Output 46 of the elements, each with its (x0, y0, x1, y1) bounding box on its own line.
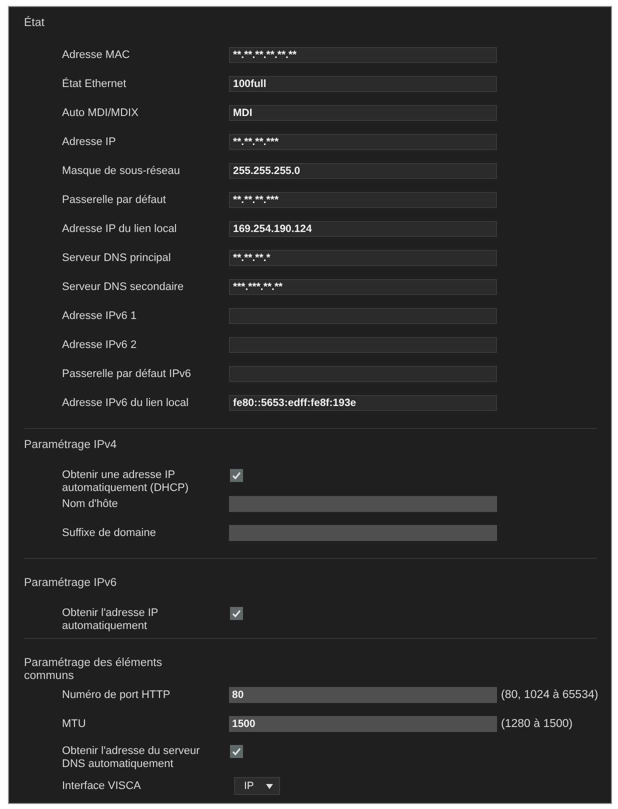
checkbox[interactable] (230, 745, 243, 758)
value-field: MDI (229, 105, 497, 121)
section-title: État (24, 17, 46, 31)
input-field[interactable] (229, 496, 497, 512)
field-label: Interface VISCA (62, 779, 142, 794)
value-field: 169.254.190.124 (229, 221, 497, 237)
field-label: Adresse IPv6 1 (62, 309, 138, 324)
checkbox[interactable] (230, 469, 243, 482)
range-hint: (80, 1024 à 65534) (501, 688, 598, 703)
field-label: Nom d'hôte (62, 497, 119, 512)
dropdown[interactable]: IP (234, 777, 280, 795)
input-field[interactable]: 1500 (229, 716, 497, 732)
value-field: 255.255.255.0 (229, 163, 497, 179)
checkbox[interactable] (230, 607, 243, 620)
field-label: Adresse IP (62, 135, 117, 150)
field-label: Adresse IPv6 2 (62, 338, 138, 353)
field-label: Auto MDI/MDIX (62, 106, 140, 121)
field-label: Adresse MAC (62, 48, 131, 63)
value-field: **.**.**.*** (229, 192, 497, 208)
caret-icon (266, 784, 273, 788)
section-title: Paramétrage IPv6 (24, 577, 118, 591)
field-label: Adresse IP du lien local (62, 222, 178, 237)
field-label: MTU (62, 717, 87, 732)
field-label: Serveur DNS secondaire (62, 280, 185, 295)
value-field: **.**.**.*** (229, 134, 497, 150)
value-field: ***.***.**.** (229, 279, 497, 295)
value-field: 100full (229, 76, 497, 92)
value-field: fe80::5653:edff:fe8f:193e (229, 395, 497, 411)
value-field: **.**.**.* (229, 250, 497, 266)
field-label: Masque de sous-réseau (62, 164, 182, 179)
field-label: Numéro de port HTTP (62, 688, 172, 703)
section-title: Paramétrage IPv4 (24, 439, 118, 453)
field-label: Obtenir l'adresse du serveur DNS automatiquement (62, 745, 201, 771)
field-label: Suffixe de domaine (62, 526, 157, 541)
value-field: **.**.**.**.**.** (229, 47, 497, 63)
field-label: Obtenir l'adresse IP automatiquement (62, 607, 160, 633)
field-label: État Ethernet (62, 76, 128, 92)
range-hint: (1280 à 1500) (501, 717, 573, 732)
input-field[interactable]: 80 (229, 687, 497, 703)
field-label: Passerelle par défaut (62, 193, 167, 208)
field-label: Passerelle par défaut IPv6 (62, 367, 192, 382)
section-title: Paramétrage des éléments communs (24, 657, 164, 684)
field-label: Serveur DNS principal (62, 251, 172, 266)
field-label: Obtenir une adresse IP automatiquement (DHCP) (62, 469, 190, 495)
field-label: Adresse IPv6 du lien local (62, 396, 190, 411)
input-field[interactable] (229, 525, 497, 541)
